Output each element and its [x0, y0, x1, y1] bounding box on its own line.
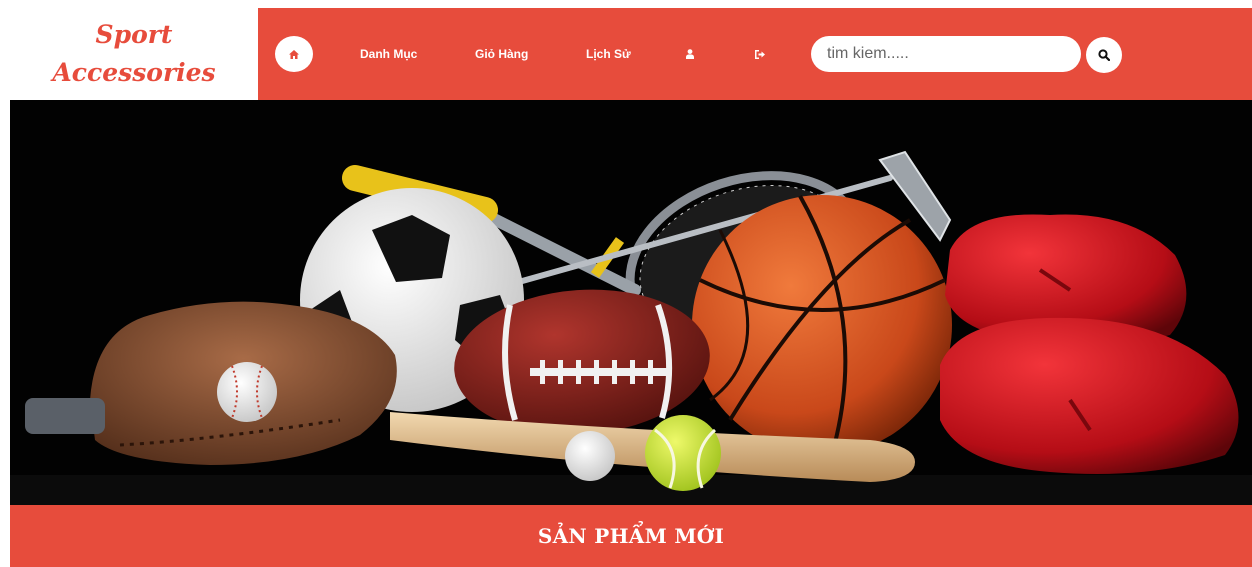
search-button[interactable]: [1086, 37, 1122, 73]
boxing-gloves: [940, 214, 1239, 474]
baseball-glove: [25, 301, 397, 465]
search-input[interactable]: [811, 36, 1081, 72]
navbar: Danh Mục Giỏ Hàng Lịch Sử: [258, 8, 1252, 100]
site-logo[interactable]: Sport Accessories: [10, 8, 258, 100]
golf-ball: [565, 431, 615, 481]
new-products-section-header: SẢN PHẨM MỚI: [10, 505, 1252, 567]
basketball: [692, 195, 952, 455]
hero-banner: [10, 100, 1252, 505]
nav-link-categories[interactable]: Danh Mục: [360, 44, 417, 64]
logo-line-1: Sport: [95, 20, 173, 49]
sign-out-icon[interactable]: [755, 46, 765, 64]
home-button[interactable]: [275, 36, 313, 72]
user-icon[interactable]: [686, 46, 694, 64]
nav-link-history[interactable]: Lịch Sử: [586, 44, 631, 64]
baseball: [217, 362, 277, 422]
logo-line-2: Accessories: [52, 58, 216, 87]
home-icon: [289, 49, 299, 59]
search-icon: [1098, 49, 1110, 61]
nav-link-cart[interactable]: Giỏ Hàng: [475, 44, 528, 64]
sports-equipment-banner: [10, 150, 1252, 505]
section-title: SẢN PHẨM MỚI: [537, 524, 725, 548]
tennis-ball: [645, 415, 721, 491]
